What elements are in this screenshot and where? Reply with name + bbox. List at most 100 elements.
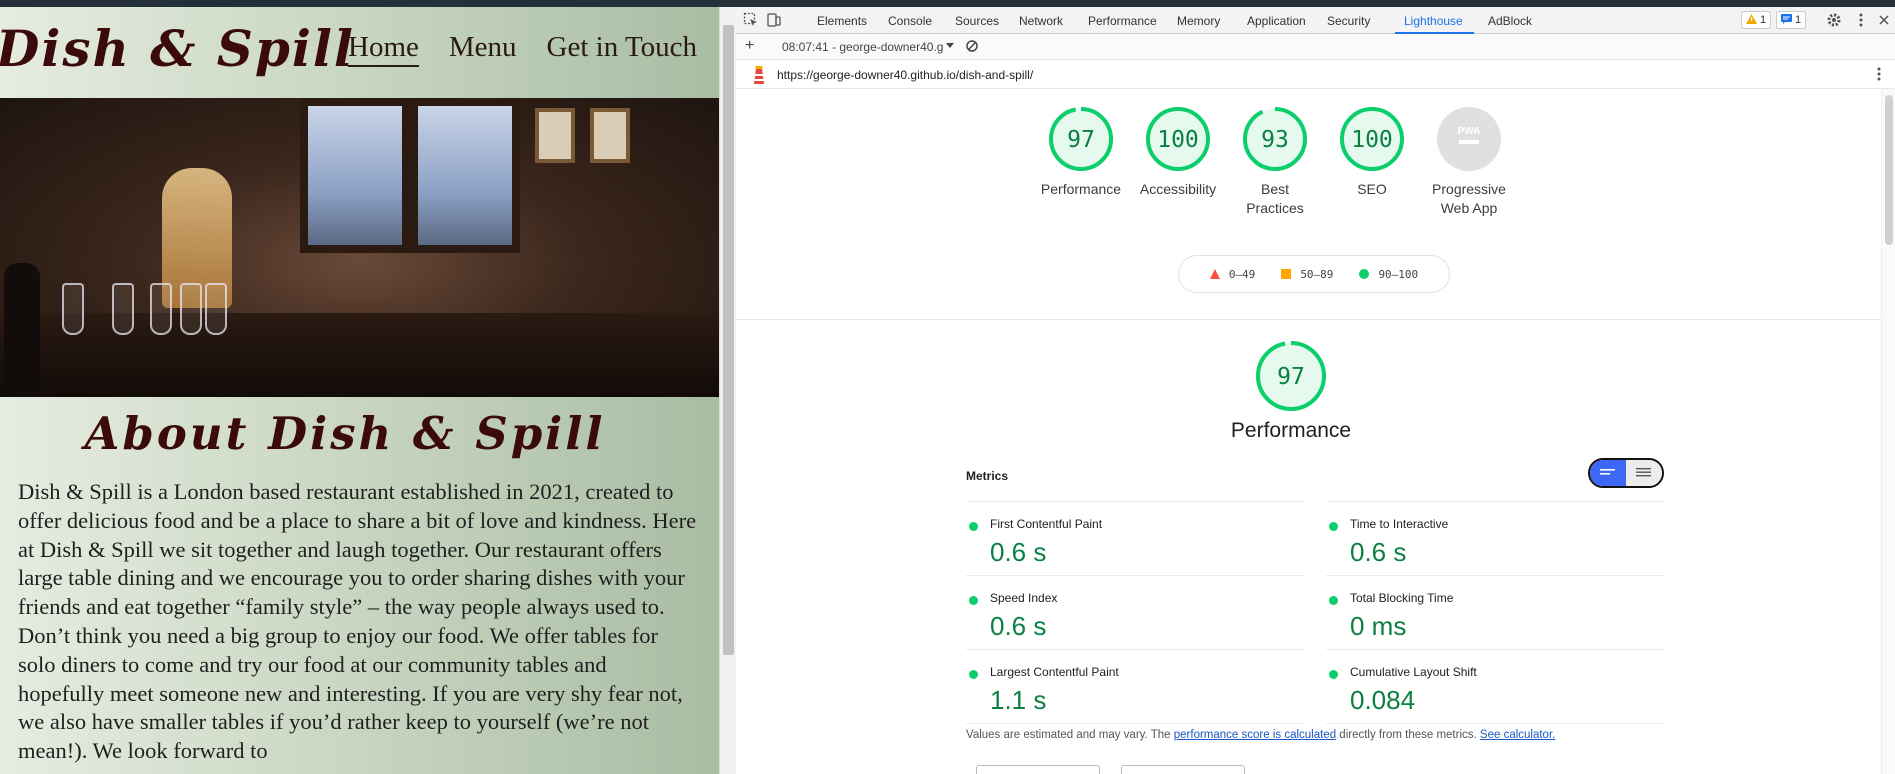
metrics-view-toggle[interactable] — [1588, 458, 1664, 488]
metric-value: 0.6 s — [990, 611, 1047, 641]
gauge-value: PWA — [1458, 126, 1481, 137]
tab-adblock[interactable]: AdBlock — [1488, 14, 1532, 28]
expanded-view-button[interactable] — [1626, 460, 1662, 486]
warning-icon — [1746, 13, 1757, 27]
score-gauge-best-practices[interactable]: 93 Best Practices — [1220, 105, 1330, 218]
score-gauge-performance[interactable]: 97 Performance — [1026, 105, 1136, 199]
lighthouse-report: 97 Performance 100 Accessibility 93 Best Prac… — [736, 89, 1895, 774]
gauge-value: 100 — [1157, 127, 1199, 153]
view-treemap-button[interactable] — [1121, 765, 1245, 774]
metric-value: 0 ms — [1350, 611, 1407, 641]
gauge-label: Performance — [1040, 181, 1122, 197]
close-icon[interactable] — [1876, 12, 1892, 28]
nav-menu-link[interactable]: Menu — [449, 31, 517, 67]
metric-name: Time to Interactive — [1350, 517, 1449, 531]
warnings-badge[interactable]: 1 — [1741, 11, 1772, 29]
tab-application[interactable]: Application — [1247, 14, 1306, 28]
site-logo[interactable]: Dish & Spill — [0, 19, 355, 78]
tab-performance[interactable]: Performance — [1088, 14, 1157, 28]
site-nav: Home Menu Get in Touch — [348, 31, 697, 67]
device-toolbar-icon[interactable] — [766, 12, 782, 28]
hero-window — [300, 98, 410, 253]
gauge-ring: 100 — [1340, 107, 1404, 171]
note-text: directly from these metrics. — [1336, 729, 1480, 741]
hero-glass — [150, 283, 172, 335]
metric-value: 0.6 s — [1350, 537, 1407, 567]
metric-value: 1.1 s — [990, 685, 1047, 715]
pass-dot-icon — [969, 522, 978, 531]
website-viewport: Dish & Spill Home Menu Get in Touch Abou… — [0, 7, 719, 774]
messages-badge[interactable]: 1 — [1776, 11, 1807, 29]
performance-large-score: 97 — [1277, 364, 1305, 390]
metric-time-to-interactive: Time to Interactive 0.6 s — [1326, 501, 1664, 575]
lines-expanded-icon — [1636, 468, 1651, 477]
legend-average-label: 50–89 — [1300, 267, 1334, 281]
pass-dot-icon — [969, 670, 978, 679]
message-icon — [1781, 13, 1792, 27]
website-scrollbar[interactable] — [719, 7, 736, 774]
scrollbar-thumb[interactable] — [723, 25, 734, 655]
report-menu-icon[interactable] — [1876, 66, 1882, 87]
window-top-strip — [0, 0, 1895, 7]
chevron-down-icon[interactable] — [946, 38, 954, 55]
legend-pass-label: 90–100 — [1378, 267, 1419, 281]
clear-reports-icon[interactable] — [965, 39, 979, 56]
report-scrollbar[interactable] — [1881, 89, 1895, 774]
score-calculated-link[interactable]: performance score is calculated — [1174, 729, 1336, 741]
score-gauge-progressive-web-app[interactable]: PWA Progressive Web App — [1414, 105, 1524, 218]
legend-average: 50–89 — [1281, 268, 1333, 281]
gauge-label: Progressive Web App — [1432, 181, 1506, 216]
legend-pass: 90–100 — [1359, 268, 1418, 281]
gauge-value: 97 — [1067, 127, 1095, 153]
tab-security[interactable]: Security — [1327, 14, 1370, 28]
metrics-note: Values are estimated and may vary. The p… — [966, 729, 1555, 741]
site-header: Dish & Spill Home Menu Get in Touch — [0, 7, 719, 98]
gear-icon[interactable] — [1826, 12, 1842, 28]
hero-picture-frame — [590, 108, 630, 163]
kebab-menu-icon[interactable] — [1853, 12, 1869, 28]
pass-dot-icon — [1329, 522, 1338, 531]
tab-console[interactable]: Console — [888, 14, 932, 28]
gauge-value: 100 — [1351, 127, 1393, 153]
metric-value: 0.6 s — [990, 537, 1047, 567]
hero-glass — [62, 283, 84, 335]
metric-name: Cumulative Layout Shift — [1350, 665, 1477, 679]
view-trace-button[interactable] — [976, 765, 1100, 774]
pass-dot-icon — [1329, 596, 1338, 605]
new-report-button[interactable]: + — [745, 37, 754, 55]
nav-get-in-touch-link[interactable]: Get in Touch — [547, 31, 697, 67]
compact-view-button[interactable] — [1590, 460, 1626, 486]
square-icon — [1281, 269, 1292, 279]
devtools-panel: Elements Console Sources Network Perform… — [736, 7, 1895, 774]
hero-pepper-mill — [4, 263, 40, 397]
score-gauge-seo[interactable]: 100 SEO — [1317, 105, 1427, 199]
messages-count: 1 — [1795, 14, 1802, 26]
devtools-tabbar: Elements Console Sources Network Perform… — [736, 7, 1895, 34]
tab-elements[interactable]: Elements — [817, 14, 867, 28]
gauge-label: Best Practices — [1246, 181, 1304, 216]
hero-window — [410, 98, 520, 253]
score-gauge-accessibility[interactable]: 100 Accessibility — [1123, 105, 1233, 199]
nav-home-link[interactable]: Home — [348, 31, 419, 67]
inspect-element-icon[interactable] — [743, 12, 759, 28]
triangle-icon — [1209, 269, 1220, 279]
tab-network[interactable]: Network — [1019, 14, 1063, 28]
gauge-ring: 97 — [1049, 107, 1113, 171]
note-text: Values are estimated and may vary. The — [966, 729, 1174, 741]
report-url[interactable]: https://george-downer40.github.io/dish-a… — [777, 68, 1033, 82]
performance-heading: Performance — [1230, 419, 1352, 442]
tab-sources[interactable]: Sources — [955, 14, 999, 28]
gauge-label: Accessibility — [1139, 181, 1217, 197]
tab-memory[interactable]: Memory — [1177, 14, 1220, 28]
metric-value: 0.084 — [1350, 685, 1416, 715]
performance-large-gauge: 97 — [1236, 339, 1346, 413]
see-calculator-link[interactable]: See calculator. — [1480, 729, 1555, 741]
hero-image — [0, 98, 719, 397]
scrollbar-thumb[interactable] — [1885, 95, 1893, 245]
tab-lighthouse[interactable]: Lighthouse — [1404, 14, 1463, 28]
score-legend: 0–49 50–89 90–100 — [1178, 255, 1450, 293]
pass-dot-icon — [1329, 670, 1338, 679]
pwa-dash — [1459, 140, 1479, 144]
lighthouse-toolbar: + 08:07:41 - george-downer40.g — [736, 34, 1895, 60]
report-selector[interactable]: 08:07:41 - george-downer40.g — [782, 40, 943, 54]
